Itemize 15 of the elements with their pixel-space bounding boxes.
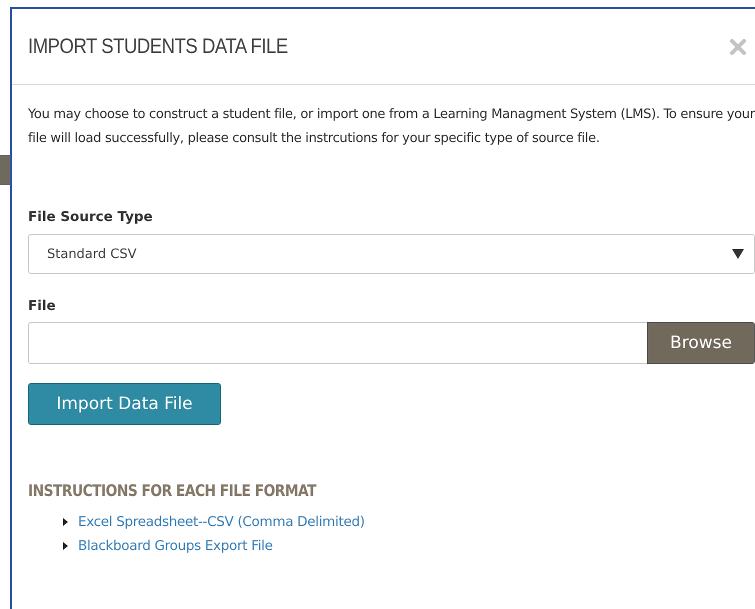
file-field[interactable]: [28, 322, 647, 364]
section-heading: INSTRUCTIONS FOR EACH FILE FORMAT: [28, 481, 318, 500]
instruction-link[interactable]: Blackboard Groups Export File: [78, 538, 273, 554]
field-label: File Source Type: [28, 209, 154, 225]
import-button[interactable]: Import Data File: [28, 383, 221, 425]
dialog-title: IMPORT STUDENTS DATA FILE: [28, 34, 288, 58]
instruction-link[interactable]: Excel Spreadsheet--CSV (Comma Delimited): [78, 514, 365, 530]
source-type-dropdown[interactable]: Standard CSV: [28, 234, 755, 274]
bullet-icon: [63, 542, 68, 550]
browse-button[interactable]: Browse: [647, 322, 755, 364]
bullet-icon: [63, 518, 68, 526]
intro-text: You may choose to construct a student file, or import one from a Learning Managment System (LMS). To ensure your file will load successfully, please consult the instrcutions for your specific type of source file.: [28, 106, 755, 148]
caret-icon: [732, 249, 744, 259]
field-label: File: [28, 298, 57, 314]
close-icon[interactable]: [729, 38, 747, 56]
